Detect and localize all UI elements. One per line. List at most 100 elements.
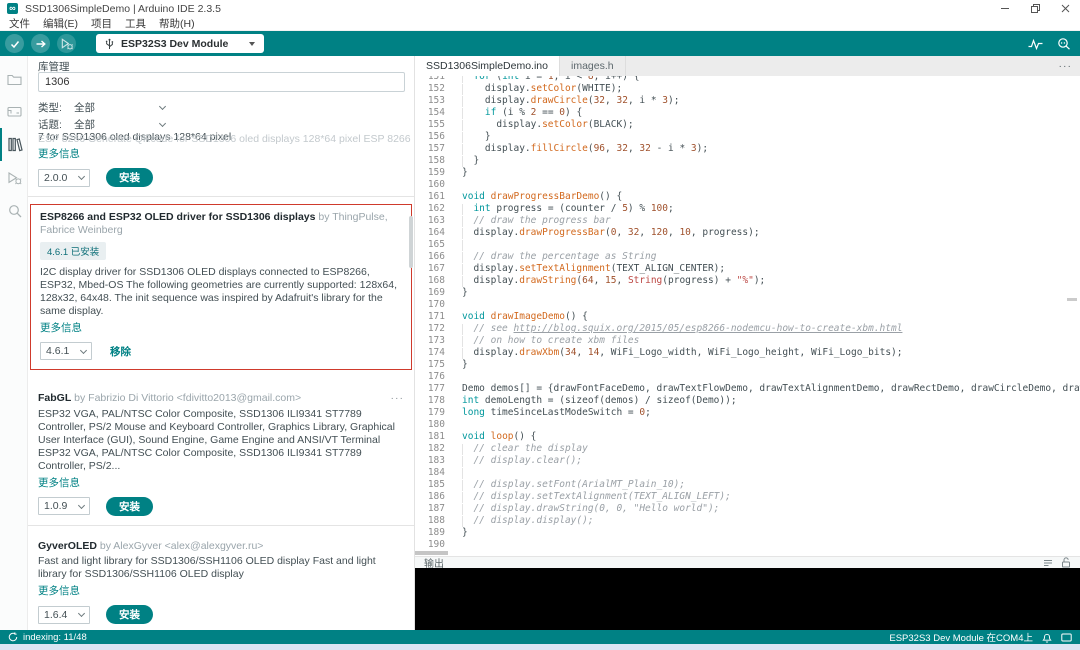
code-text: } <box>462 167 468 179</box>
topic-filter-select[interactable]: 全部 <box>74 117 168 132</box>
line-number: 158 <box>415 155 445 167</box>
minimize-button[interactable] <box>990 0 1020 17</box>
toolbar: ESP32S3 Dev Module <box>0 31 1080 56</box>
tab-bar: SSD1306SimpleDemo.ino images.h ··· <box>415 56 1080 76</box>
serial-monitor-button[interactable] <box>1057 37 1071 50</box>
upload-button[interactable] <box>31 34 50 53</box>
code-line: 186 // display.setTextAlignment(TEXT_ALI… <box>415 491 1080 503</box>
line-number: 155 <box>415 119 445 131</box>
code-text: display.drawXbm(34, 14, WiFi_Logo_width,… <box>462 347 902 359</box>
line-number: 186 <box>415 491 445 503</box>
code-text: display.fillCircle(96, 32, 32 - i * 3); <box>462 143 708 155</box>
code-text: } <box>462 287 468 299</box>
line-number: 157 <box>415 143 445 155</box>
code-line: 184 <box>415 467 1080 479</box>
remove-button[interactable]: 移除 <box>110 344 131 359</box>
library-entry[interactable]: GyverOLED by AlexGyver <alex@alexgyver.r… <box>28 526 414 631</box>
line-number: 187 <box>415 503 445 515</box>
line-number: 162 <box>415 203 445 215</box>
sync-icon <box>8 632 18 642</box>
code-text: // display.display(); <box>462 515 594 527</box>
verify-button[interactable] <box>5 34 24 53</box>
sidebar-item-library-manager[interactable] <box>0 128 27 161</box>
code-text: display.drawString(64, 15, String(progre… <box>462 275 765 287</box>
tab-sketch-ino[interactable]: SSD1306SimpleDemo.ino <box>415 56 560 76</box>
more-info-link[interactable]: 更多信息 <box>38 146 80 161</box>
code-line: 160 <box>415 179 1080 191</box>
lock-open-icon[interactable] <box>1061 557 1071 568</box>
menu-tools[interactable]: 工具 <box>125 16 146 31</box>
bell-icon[interactable] <box>1042 632 1052 643</box>
close-button[interactable] <box>1050 0 1080 17</box>
board-port-status[interactable]: ESP32S3 Dev Module 在COM4上 <box>889 630 1033 644</box>
code-line: 156 } <box>415 131 1080 143</box>
horizontal-scrollbar-thumb[interactable] <box>415 551 448 555</box>
line-number: 176 <box>415 371 445 383</box>
type-filter-label: 类型: <box>38 100 74 115</box>
debug-button[interactable] <box>57 34 76 53</box>
sidebar-item-sketchbook[interactable] <box>0 62 27 95</box>
library-scrollbar-thumb[interactable] <box>409 216 413 268</box>
tab-images-h[interactable]: images.h <box>560 56 626 76</box>
serial-plotter-button[interactable] <box>1028 38 1043 50</box>
library-search-input[interactable] <box>38 72 405 92</box>
code-line: 173 // on how to create xbm files <box>415 335 1080 347</box>
library-entry[interactable]: ESP8266 and ESP32 OLED driver for SSD130… <box>30 204 412 370</box>
menu-help[interactable]: 帮助(H) <box>159 16 195 31</box>
window-title: SSD1306SimpleDemo | Arduino IDE 2.3.5 <box>25 3 221 15</box>
version-value: 1.0.9 <box>44 500 67 512</box>
entry-overflow-text: ESP 8266 Generate QRcode for SSD1306 ole… <box>38 133 412 145</box>
menu-sketch[interactable]: 项目 <box>91 16 112 31</box>
code-line: 187 // display.drawString(0, 0, "Hello w… <box>415 503 1080 515</box>
indent-guide <box>462 240 463 251</box>
code-line: 172 // see http://blog.squix.org/2015/05… <box>415 323 1080 335</box>
more-info-link[interactable]: 更多信息 <box>40 320 82 335</box>
code-line: 164 display.drawProgressBar(0, 32, 120, … <box>415 227 1080 239</box>
code-line: 169} <box>415 287 1080 299</box>
topic-filter-row: 话题: 全部 <box>38 116 168 133</box>
version-select[interactable]: 1.0.9 <box>38 497 90 515</box>
code-text: // draw the percentage as String <box>462 251 656 263</box>
install-button[interactable]: 安装 <box>106 497 153 516</box>
sidebar-item-boards-manager[interactable] <box>0 95 27 128</box>
line-number: 173 <box>415 335 445 347</box>
menu-edit[interactable]: 编辑(E) <box>43 16 78 31</box>
sidebar-item-search[interactable] <box>0 194 27 227</box>
library-entry[interactable]: ···FabGL by Fabrizio Di Vittorio <fdivit… <box>28 378 414 526</box>
line-number: 171 <box>415 311 445 323</box>
version-select[interactable]: 1.6.4 <box>38 606 90 624</box>
code-editor[interactable]: 151 for (int i = 1; i < 8; i++) {152 dis… <box>415 76 1080 556</box>
line-number: 183 <box>415 455 445 467</box>
more-info-link[interactable]: 更多信息 <box>38 583 80 598</box>
sidebar-item-debugger[interactable] <box>0 161 27 194</box>
entry-more-options-icon[interactable]: ··· <box>391 392 405 405</box>
version-select[interactable]: 4.6.1 <box>40 342 92 360</box>
code-line: 170 <box>415 299 1080 311</box>
menu-file[interactable]: 文件 <box>9 16 30 31</box>
code-line: 185 // display.setFont(ArialMT_Plain_10)… <box>415 479 1080 491</box>
code-text: void loop() { <box>462 431 536 443</box>
tab-more-options-icon[interactable]: ··· <box>1059 56 1073 76</box>
minimize-icon <box>1001 8 1009 9</box>
code-text: } <box>462 359 468 371</box>
board-selector[interactable]: ESP32S3 Dev Module <box>96 34 264 53</box>
entry-controls: 1.6.4 安装 <box>38 605 404 624</box>
code-text: // draw the progress bar <box>462 215 611 227</box>
library-name: FabGL <box>38 392 71 404</box>
board-status-icon[interactable] <box>1061 633 1072 642</box>
type-filter-select[interactable]: 全部 <box>74 100 168 115</box>
install-button[interactable]: 安装 <box>106 168 153 187</box>
line-number: 177 <box>415 383 445 395</box>
more-info-link[interactable]: 更多信息 <box>38 475 80 490</box>
entry-controls: 4.6.1 移除 <box>40 342 402 360</box>
indexing-status: indexing: 11/48 <box>23 632 87 643</box>
clear-output-icon[interactable] <box>1043 558 1053 568</box>
code-line: 163 // draw the progress bar <box>415 215 1080 227</box>
line-number: 189 <box>415 527 445 539</box>
library-description: ESP32 VGA, PAL/NTSC Color Composite, SSD… <box>38 408 404 473</box>
version-select[interactable]: 2.0.0 <box>38 169 90 187</box>
install-button[interactable]: 安装 <box>106 605 153 624</box>
library-entry[interactable]: ESP 8266 Generate QRcode for SSD1306 ole… <box>28 131 414 197</box>
restore-button[interactable] <box>1020 0 1050 17</box>
scrollbar-mark[interactable] <box>1067 298 1077 301</box>
